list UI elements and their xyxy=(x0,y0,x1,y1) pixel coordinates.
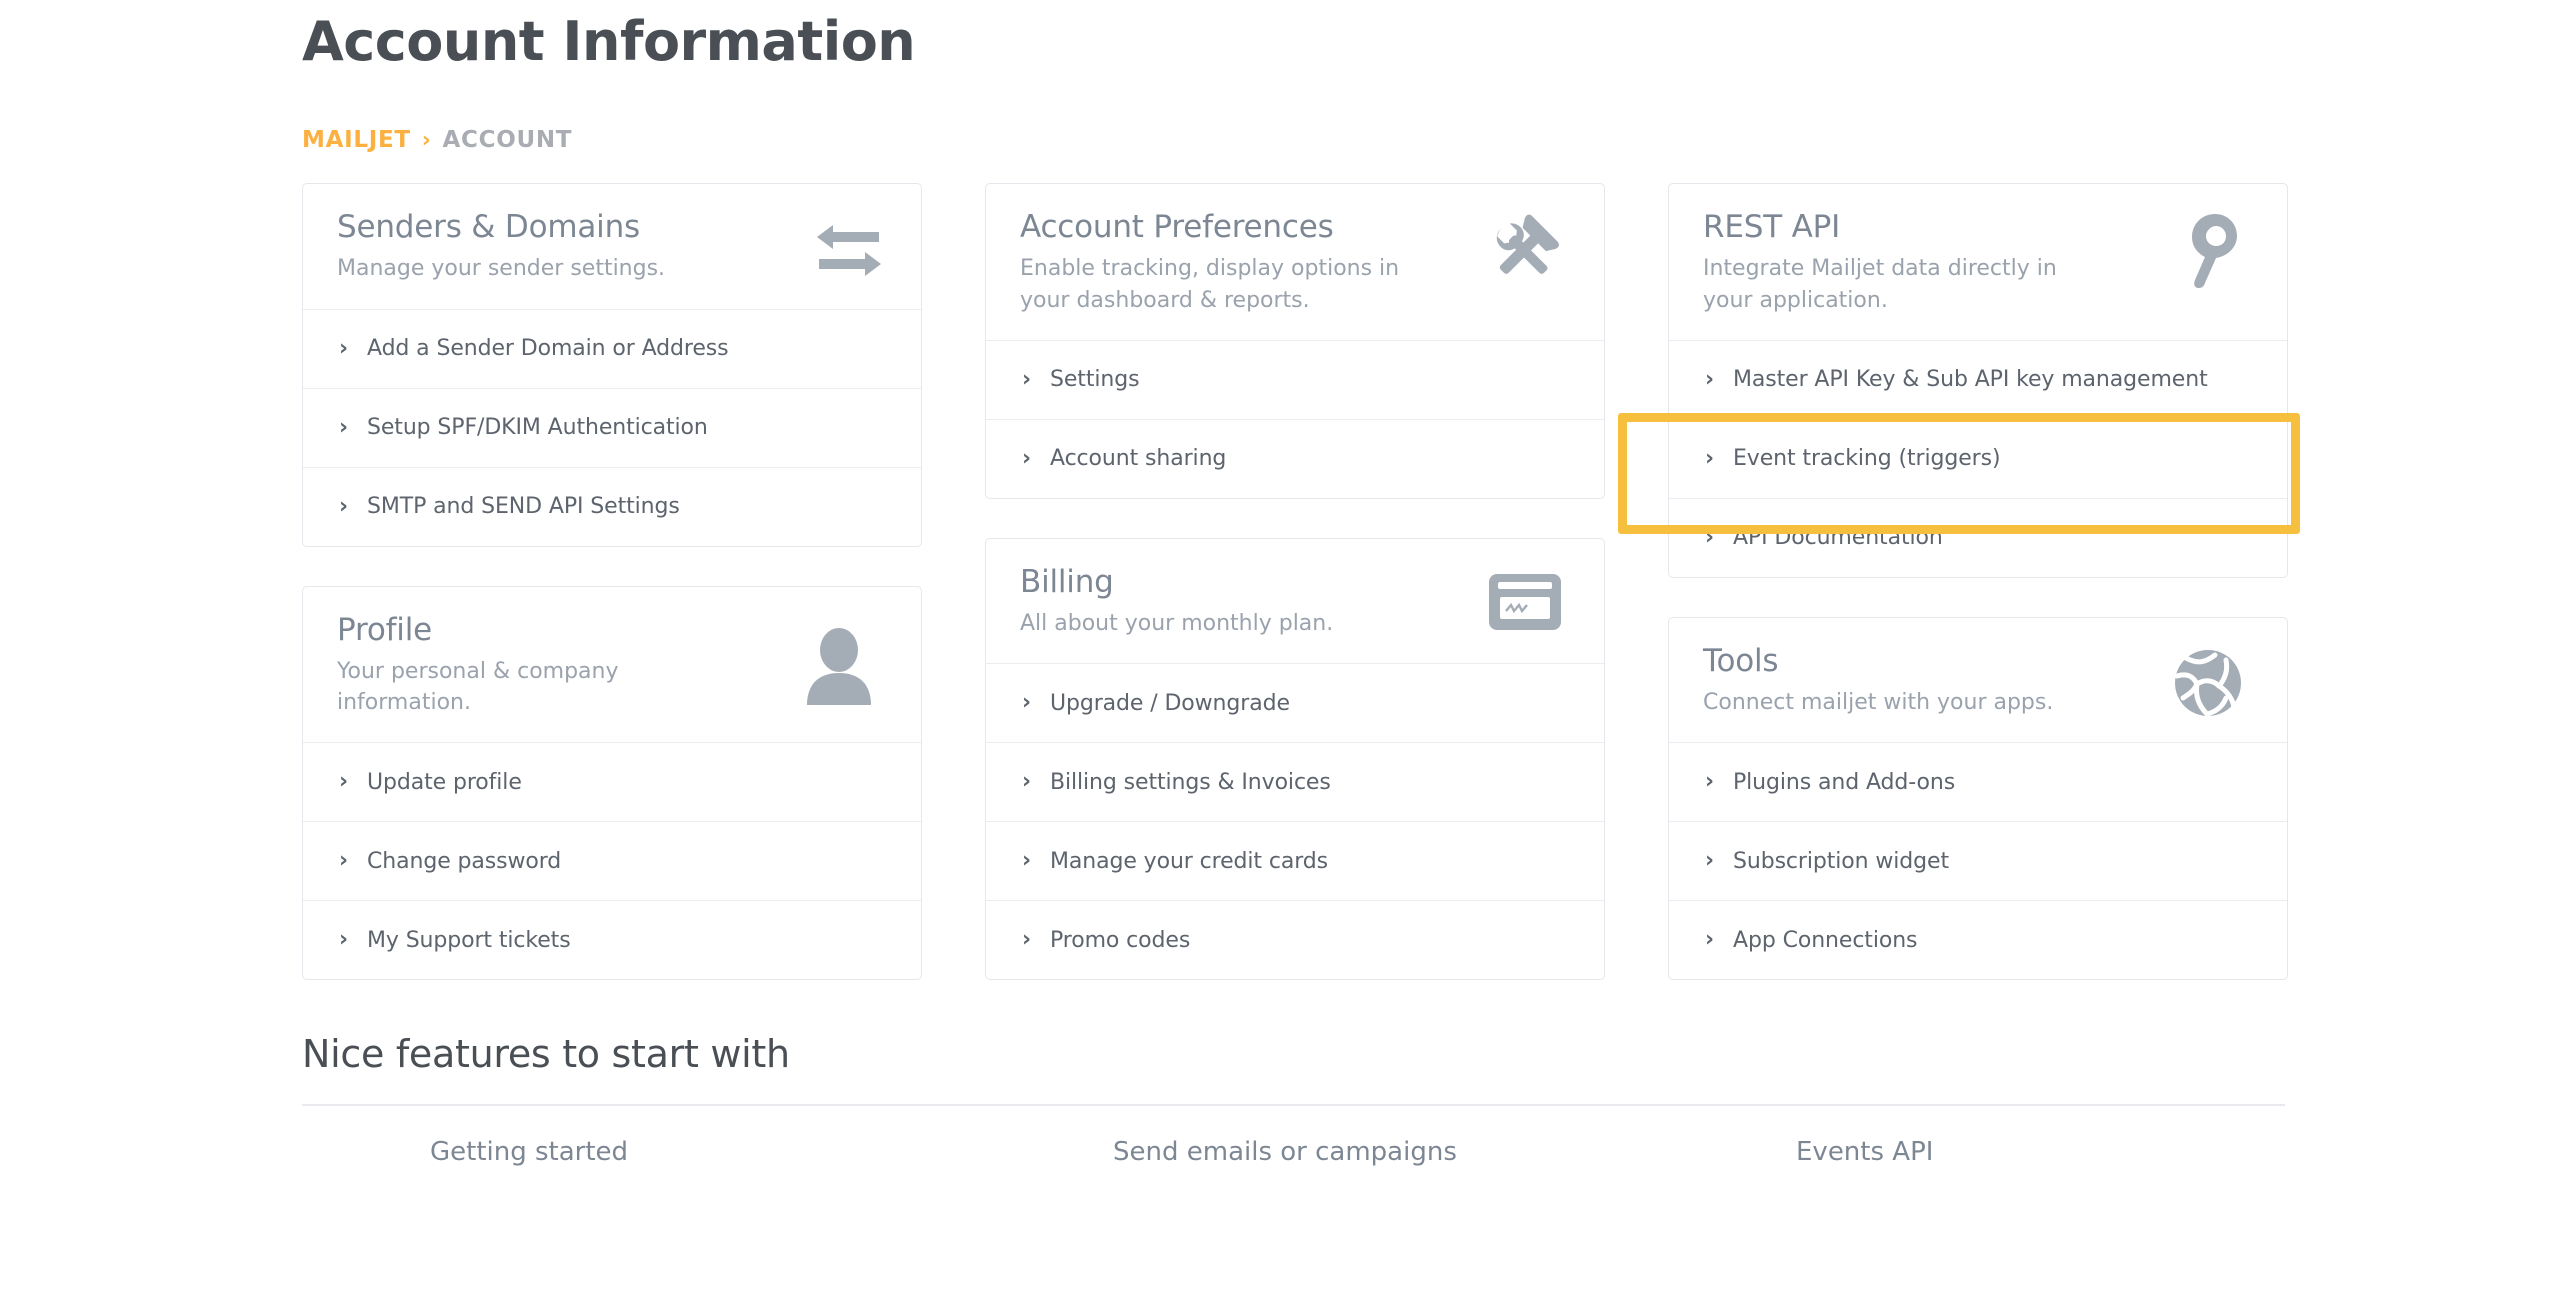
row-label: Subscription widget xyxy=(1733,849,1949,874)
card-subtitle: All about your monthly plan. xyxy=(1020,608,1440,639)
row-plugins-and-add-ons[interactable]: › Plugins and Add-ons xyxy=(1669,742,2287,821)
row-label: Master API Key & Sub API key management xyxy=(1733,367,2208,392)
card-account-preferences: Account Preferences Enable tracking, dis… xyxy=(985,183,1605,499)
row-smtp-and-send-api-settings[interactable]: › SMTP and SEND API Settings xyxy=(303,467,921,546)
features-section-title: Nice features to start with xyxy=(302,1032,2285,1076)
row-billing-settings-and-invoices[interactable]: › Billing settings & Invoices xyxy=(986,742,1604,821)
account-information-page: Account Information MAILJET › ACCOUNT Se… xyxy=(0,0,2560,1310)
row-update-profile[interactable]: › Update profile xyxy=(303,742,921,821)
row-label: Plugins and Add-ons xyxy=(1733,770,1955,795)
row-master-api-key-and-sub-api-key-management[interactable]: › Master API Key & Sub API key managemen… xyxy=(1669,340,2287,419)
row-label: Promo codes xyxy=(1050,928,1190,953)
card-subtitle: Connect mailjet with your apps. xyxy=(1703,687,2123,718)
hammer-wrench-icon xyxy=(1484,212,1564,286)
chevron-right-icon: › xyxy=(339,850,350,872)
chevron-right-icon: › xyxy=(339,496,350,518)
row-api-documentation[interactable]: › API Documentation xyxy=(1669,498,2287,577)
page-title: Account Information xyxy=(302,0,2560,71)
exchange-arrows-icon xyxy=(807,210,891,288)
card-column-2: Account Preferences Enable tracking, dis… xyxy=(985,183,1605,980)
row-label: Settings xyxy=(1050,367,1139,392)
card-subtitle: Integrate Mailjet data directly in your … xyxy=(1703,253,2103,315)
row-label: API Documentation xyxy=(1733,525,1943,550)
card-column-3: REST API Integrate Mailjet data directly… xyxy=(1668,183,2288,980)
row-label: Billing settings & Invoices xyxy=(1050,770,1331,795)
account-cards-grid: Senders & Domains Manage your sender set… xyxy=(302,183,2285,980)
row-change-password[interactable]: › Change password xyxy=(303,821,921,900)
row-subscription-widget[interactable]: › Subscription widget xyxy=(1669,821,2287,900)
card-title: REST API xyxy=(1703,210,2253,244)
breadcrumb: MAILJET › ACCOUNT xyxy=(302,126,2560,154)
row-label: Event tracking (triggers) xyxy=(1733,446,2000,471)
feature-heading-send-emails-or-campaigns: Send emails or campaigns xyxy=(1113,1137,1796,1167)
row-upgrade-downgrade[interactable]: › Upgrade / Downgrade xyxy=(986,663,1604,742)
breadcrumb-link-mailjet[interactable]: MAILJET xyxy=(302,127,411,153)
row-label: Add a Sender Domain or Address xyxy=(367,336,729,361)
user-silhouette-icon xyxy=(803,627,875,705)
card-header: Tools Connect mailjet with your apps. xyxy=(1669,618,2287,742)
row-label: Update profile xyxy=(367,770,522,795)
breadcrumb-current-account: ACCOUNT xyxy=(443,127,573,153)
chevron-right-icon: › xyxy=(1022,692,1033,714)
chevron-right-icon: › xyxy=(1705,850,1716,872)
card-subtitle: Enable tracking, display options in your… xyxy=(1020,253,1430,315)
card-header: Account Preferences Enable tracking, dis… xyxy=(986,184,1604,340)
card-header: Senders & Domains Manage your sender set… xyxy=(303,184,921,308)
row-label: SMTP and SEND API Settings xyxy=(367,494,680,519)
chevron-right-icon: › xyxy=(1705,771,1716,793)
row-label: Upgrade / Downgrade xyxy=(1050,691,1290,716)
chevron-right-icon: › xyxy=(1022,771,1033,793)
card-rest-api: REST API Integrate Mailjet data directly… xyxy=(1668,183,2288,578)
card-tools: Tools Connect mailjet with your apps. xyxy=(1668,617,2288,980)
card-header: Profile Your personal & company informat… xyxy=(303,587,921,743)
card-header: REST API Integrate Mailjet data directly… xyxy=(1669,184,2287,340)
card-title: Senders & Domains xyxy=(337,210,887,244)
chevron-right-icon: › xyxy=(339,338,350,360)
row-label: Manage your credit cards xyxy=(1050,849,1328,874)
credit-card-icon xyxy=(1486,571,1564,633)
row-event-tracking-triggers[interactable]: › Event tracking (triggers) xyxy=(1669,419,2287,498)
feature-heading-getting-started: Getting started xyxy=(430,1137,1113,1167)
card-profile: Profile Your personal & company informat… xyxy=(302,586,922,981)
card-header: Billing All about your monthly plan. xyxy=(986,539,1604,663)
chevron-right-icon: › xyxy=(1022,929,1033,951)
chevron-right-icon: › xyxy=(1705,527,1716,549)
row-add-a-sender-domain-or-address[interactable]: › Add a Sender Domain or Address xyxy=(303,309,921,388)
card-subtitle: Your personal & company information. xyxy=(337,656,657,718)
key-icon xyxy=(2175,210,2239,292)
chevron-right-icon: › xyxy=(1705,448,1716,470)
row-manage-your-credit-cards[interactable]: › Manage your credit cards xyxy=(986,821,1604,900)
row-app-connections[interactable]: › App Connections xyxy=(1669,900,2287,979)
chevron-right-icon: › xyxy=(1022,448,1033,470)
chevron-right-icon: › xyxy=(339,771,350,793)
row-account-sharing[interactable]: › Account sharing xyxy=(986,419,1604,498)
row-label: Account sharing xyxy=(1050,446,1226,471)
globe-sphere-icon xyxy=(2171,646,2245,720)
row-label: App Connections xyxy=(1733,928,1917,953)
chevron-right-icon: › xyxy=(1705,369,1716,391)
card-subtitle: Manage your sender settings. xyxy=(337,253,757,284)
chevron-right-icon: › xyxy=(339,417,350,439)
divider xyxy=(302,1104,2285,1106)
row-settings[interactable]: › Settings xyxy=(986,340,1604,419)
features-columns: Getting started Send emails or campaigns… xyxy=(302,1137,2285,1167)
row-label: Setup SPF/DKIM Authentication xyxy=(367,415,708,440)
row-setup-spf-dkim-authentication[interactable]: › Setup SPF/DKIM Authentication xyxy=(303,388,921,467)
row-label: My Support tickets xyxy=(367,928,571,953)
card-column-1: Senders & Domains Manage your sender set… xyxy=(302,183,922,980)
chevron-right-icon: › xyxy=(1705,929,1716,951)
features-section: Nice features to start with Getting star… xyxy=(302,1032,2285,1167)
card-billing: Billing All about your monthly plan. › U… xyxy=(985,538,1605,980)
chevron-right-icon: › xyxy=(339,929,350,951)
row-label: Change password xyxy=(367,849,561,874)
card-senders-and-domains: Senders & Domains Manage your sender set… xyxy=(302,183,922,546)
feature-heading-events-api: Events API xyxy=(1796,1137,2413,1167)
chevron-right-icon: › xyxy=(1022,850,1033,872)
chevron-right-icon: › xyxy=(1022,369,1033,391)
chevron-right-icon: › xyxy=(422,128,432,153)
row-my-support-tickets[interactable]: › My Support tickets xyxy=(303,900,921,979)
row-promo-codes[interactable]: › Promo codes xyxy=(986,900,1604,979)
